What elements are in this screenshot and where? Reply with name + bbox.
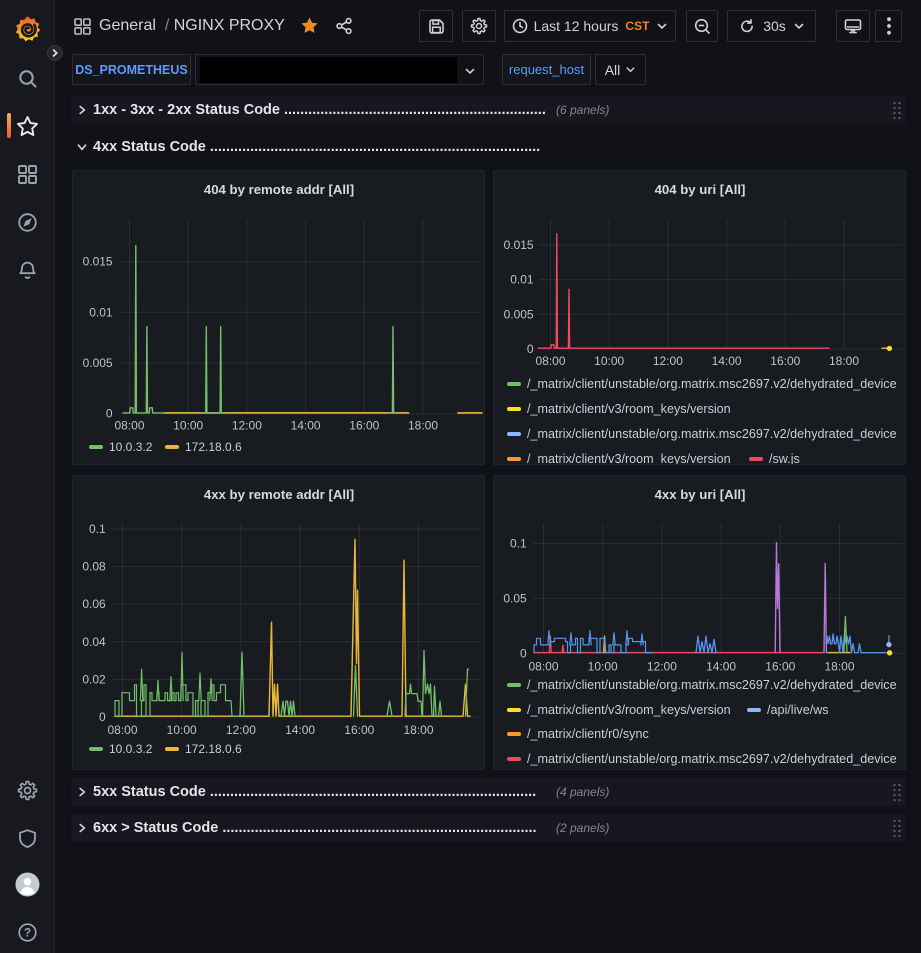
svg-text:18:00: 18:00 [408, 419, 438, 433]
svg-text:16:00: 16:00 [344, 723, 374, 737]
svg-text:08:00: 08:00 [107, 723, 137, 737]
svg-text:4xx by remote addr [All]: 4xx by remote addr [All] [204, 487, 354, 502]
svg-text:10.0.3.2: 10.0.3.2 [109, 742, 153, 756]
svg-text:/_matrix/client/unstable/org.m: /_matrix/client/unstable/org.matrix.msc2… [527, 377, 897, 391]
svg-text:/_matrix/client/r0/sync: /_matrix/client/r0/sync [527, 727, 649, 741]
svg-text:0: 0 [520, 646, 527, 660]
svg-text:10:00: 10:00 [594, 354, 624, 368]
svg-text:4xx by uri [All]: 4xx by uri [All] [655, 487, 746, 502]
svg-text:10:00: 10:00 [167, 723, 197, 737]
svg-text:18:00: 18:00 [824, 659, 854, 673]
svg-text:16:00: 16:00 [349, 419, 379, 433]
svg-text:16:00: 16:00 [770, 354, 800, 368]
svg-text:/_matrix/client/unstable/org.m: /_matrix/client/unstable/org.matrix.msc2… [527, 678, 897, 692]
svg-text:0.015: 0.015 [83, 255, 113, 269]
svg-text:10.0.3.2: 10.0.3.2 [109, 440, 153, 454]
svg-text:/_matrix/client/v3/room_keys/v: /_matrix/client/v3/room_keys/version [527, 402, 731, 416]
svg-text:/api/live/ws: /api/live/ws [767, 703, 829, 717]
svg-text:/_matrix/client/unstable/org.m: /_matrix/client/unstable/org.matrix.msc2… [527, 427, 897, 441]
svg-text:/sw.js: /sw.js [769, 452, 800, 465]
svg-text:0: 0 [527, 342, 534, 356]
svg-text:0.06: 0.06 [82, 597, 106, 611]
svg-text:0: 0 [106, 407, 113, 421]
svg-text:18:00: 18:00 [403, 723, 433, 737]
svg-text:0.01: 0.01 [89, 305, 113, 319]
svg-text:0.005: 0.005 [83, 356, 113, 370]
svg-text:404 by remote addr [All]: 404 by remote addr [All] [204, 182, 354, 197]
svg-text:0.015: 0.015 [504, 238, 534, 252]
svg-text:0.1: 0.1 [89, 522, 106, 536]
svg-text:14:00: 14:00 [285, 723, 315, 737]
svg-text:0.02: 0.02 [82, 672, 106, 686]
svg-text:?: ? [24, 928, 31, 940]
svg-text:10:00: 10:00 [588, 659, 618, 673]
svg-text:0.08: 0.08 [82, 560, 106, 574]
svg-text:16:00: 16:00 [765, 659, 795, 673]
svg-text:/_matrix/client/unstable/org.m: /_matrix/client/unstable/org.matrix.msc2… [527, 752, 897, 766]
svg-text:14:00: 14:00 [706, 659, 736, 673]
svg-text:0: 0 [99, 710, 106, 724]
svg-text:404 by uri [All]: 404 by uri [All] [655, 182, 746, 197]
svg-text:12:00: 12:00 [232, 419, 262, 433]
svg-text:0.1: 0.1 [510, 536, 527, 550]
svg-text:/_matrix/client/v3/room_keys/v: /_matrix/client/v3/room_keys/version [527, 452, 731, 465]
svg-text:0.04: 0.04 [82, 635, 106, 649]
svg-text:12:00: 12:00 [653, 354, 683, 368]
svg-text:0.01: 0.01 [510, 273, 534, 287]
svg-text:10:00: 10:00 [173, 419, 203, 433]
svg-text:172.18.0.6: 172.18.0.6 [185, 742, 242, 756]
svg-text:08:00: 08:00 [535, 354, 565, 368]
svg-text:12:00: 12:00 [647, 659, 677, 673]
svg-text:0.005: 0.005 [504, 307, 534, 321]
svg-text:14:00: 14:00 [291, 419, 321, 433]
svg-text:0.05: 0.05 [503, 591, 527, 605]
svg-text:172.18.0.6: 172.18.0.6 [185, 440, 242, 454]
svg-text:08:00: 08:00 [114, 419, 144, 433]
svg-text:08:00: 08:00 [528, 659, 558, 673]
svg-text:12:00: 12:00 [226, 723, 256, 737]
svg-text:/_matrix/client/v3/room_keys/v: /_matrix/client/v3/room_keys/version [527, 703, 731, 717]
svg-text:14:00: 14:00 [712, 354, 742, 368]
svg-text:18:00: 18:00 [829, 354, 859, 368]
